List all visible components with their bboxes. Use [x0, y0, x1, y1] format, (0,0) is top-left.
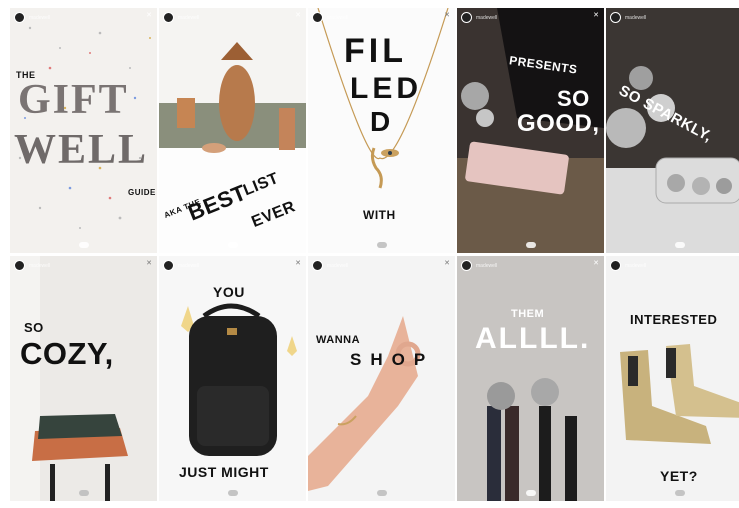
reply-icon[interactable]	[78, 490, 89, 496]
story-text: WITH	[363, 208, 396, 222]
story-text: SO	[557, 86, 590, 111]
username[interactable]: madewell	[625, 15, 646, 21]
avatar[interactable]	[163, 12, 174, 23]
story-text: ALLLL.	[475, 322, 591, 355]
legs-disco-photo	[457, 256, 604, 501]
story-grid: madewell THE GIFT WELL GUIDE ✕ madewell …	[10, 8, 739, 504]
close-icon[interactable]: ✕	[295, 259, 301, 267]
username[interactable]: madewell	[476, 15, 497, 21]
story-text: YET?	[660, 468, 698, 484]
story-text: LED	[350, 72, 422, 105]
story-card-7[interactable]: madewell YOU JUST MIGHT ✕	[159, 256, 306, 501]
story-header: madewell	[461, 12, 497, 23]
story-card-3[interactable]: madewell FIL LED D WITH ✕	[308, 8, 455, 253]
story-card-6[interactable]: madewell SO COZY, ✕	[10, 256, 157, 501]
hand-ok-photo	[308, 256, 455, 501]
story-card-5[interactable]: madewell SO SPARKLY, ✕	[606, 8, 739, 253]
close-icon[interactable]: ✕	[146, 259, 152, 267]
story-text: SO	[24, 320, 44, 335]
username[interactable]: madewell	[178, 15, 199, 21]
avatar[interactable]	[461, 12, 472, 23]
story-header: madewell	[312, 12, 348, 23]
story-text: THEM	[511, 308, 545, 320]
story-text: WANNA	[316, 334, 361, 346]
story-text: GOOD,	[517, 110, 600, 137]
story-text: GIFT	[18, 77, 129, 123]
close-icon[interactable]: ✕	[444, 259, 450, 267]
story-text: WELL	[14, 127, 149, 173]
story-text: D	[370, 106, 391, 137]
avatar[interactable]	[610, 260, 621, 271]
story-text: JUST MIGHT	[179, 464, 269, 480]
username[interactable]: madewell	[327, 263, 348, 269]
reply-icon[interactable]	[674, 242, 685, 248]
story-header: madewell	[610, 260, 646, 271]
gold-boots-photo	[606, 256, 739, 501]
reply-icon[interactable]	[674, 490, 685, 496]
avatar[interactable]	[14, 260, 25, 271]
reply-icon[interactable]	[525, 242, 536, 248]
story-card-9[interactable]: madewell THEM ALLLL. ✕	[457, 256, 604, 501]
reply-icon[interactable]	[376, 242, 387, 248]
story-header: madewell	[14, 12, 50, 23]
story-text: YOU	[213, 284, 245, 300]
close-icon[interactable]: ✕	[444, 11, 450, 19]
story-header: madewell	[14, 260, 50, 271]
story-header: madewell	[163, 260, 199, 271]
story-header: madewell	[461, 260, 497, 271]
username[interactable]: madewell	[327, 15, 348, 21]
story-card-2[interactable]: madewell AKA THE BEST LIST EVER ✕	[159, 8, 306, 253]
reply-icon[interactable]	[227, 490, 238, 496]
username[interactable]: madewell	[29, 15, 50, 21]
avatar[interactable]	[312, 260, 323, 271]
story-text: INTERESTED	[630, 312, 718, 327]
avatar[interactable]	[461, 260, 472, 271]
story-text: COZY,	[20, 336, 114, 371]
avatar[interactable]	[14, 12, 25, 23]
avatar[interactable]	[610, 12, 621, 23]
reply-icon[interactable]	[227, 242, 238, 248]
story-card-1[interactable]: madewell THE GIFT WELL GUIDE ✕	[10, 8, 157, 253]
sweater-stool-photo	[10, 256, 157, 501]
close-icon[interactable]: ✕	[593, 259, 599, 267]
close-icon[interactable]: ✕	[295, 11, 301, 19]
story-card-4[interactable]: madewell PRESENTS SO GOOD, ✕	[457, 8, 604, 253]
story-text: GUIDE	[128, 188, 156, 197]
close-icon[interactable]: ✕	[593, 11, 599, 19]
story-header: madewell	[312, 260, 348, 271]
reply-icon[interactable]	[376, 490, 387, 496]
reply-icon[interactable]	[525, 490, 536, 496]
username[interactable]: madewell	[476, 263, 497, 269]
disco-balls-photo	[606, 8, 739, 253]
username[interactable]: madewell	[625, 263, 646, 269]
story-text: FIL	[344, 32, 407, 70]
avatar[interactable]	[312, 12, 323, 23]
reply-icon[interactable]	[78, 242, 89, 248]
story-header: madewell	[163, 12, 199, 23]
story-card-8[interactable]: madewell WANNA SHOP ✕	[308, 256, 455, 501]
story-header: madewell	[610, 12, 646, 23]
username[interactable]: madewell	[178, 263, 199, 269]
story-card-10[interactable]: madewell INTERESTED YET? ✕	[606, 256, 739, 501]
avatar[interactable]	[163, 260, 174, 271]
story-text: SHOP	[350, 350, 435, 369]
close-icon[interactable]: ✕	[146, 11, 152, 19]
username[interactable]: madewell	[29, 263, 50, 269]
